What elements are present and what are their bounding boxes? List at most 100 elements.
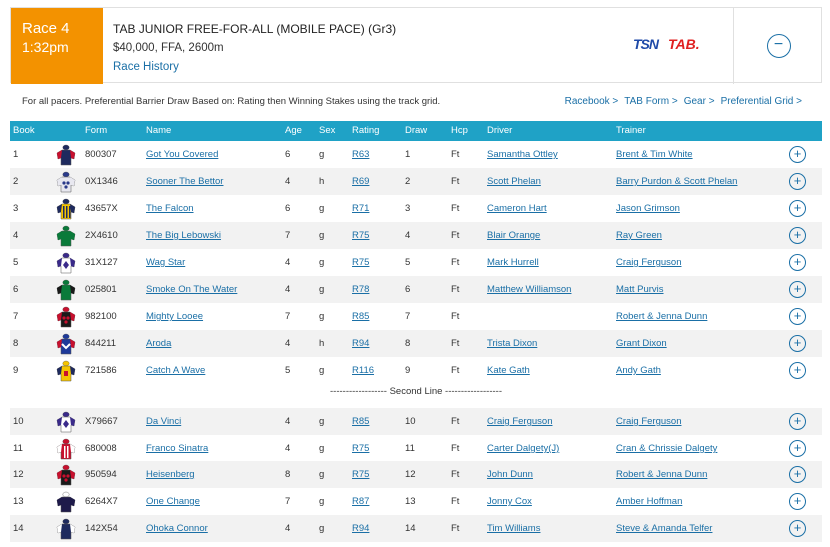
- runner-rating[interactable]: R69: [352, 176, 369, 187]
- tab-form-link[interactable]: TAB Form >: [624, 96, 677, 107]
- add-runner-icon[interactable]: +: [789, 146, 806, 163]
- runner-driver[interactable]: John Dunn: [487, 469, 533, 480]
- runner-trainer[interactable]: Robert & Jenna Dunn: [616, 311, 707, 322]
- add-runner-icon[interactable]: +: [789, 200, 806, 217]
- runner-rating[interactable]: R87: [352, 496, 369, 507]
- runner-rating[interactable]: R85: [352, 416, 369, 427]
- table-row: 13 6264X7 One Change 7 g R87 13 Ft Jonny Cox Ambe…: [10, 488, 822, 515]
- runner-rating[interactable]: R85: [352, 311, 369, 322]
- add-runner-icon[interactable]: +: [789, 254, 806, 271]
- runner-driver[interactable]: Mark Hurrell: [487, 257, 539, 268]
- runner-trainer[interactable]: Brent & Tim White: [616, 149, 693, 160]
- col-book: Book: [13, 125, 35, 136]
- runner-sex: g: [319, 443, 325, 454]
- runner-driver[interactable]: Kate Gath: [487, 365, 530, 376]
- runner-rating[interactable]: R71: [352, 203, 369, 214]
- add-runner-icon[interactable]: +: [789, 440, 806, 457]
- runner-driver[interactable]: Scott Phelan: [487, 176, 541, 187]
- race-details: $40,000, FFA, 2600m: [113, 42, 224, 54]
- runner-rating[interactable]: R63: [352, 149, 369, 160]
- table-row: 11 680008 Franco Sinatra 4 g R75 11 Ft Carter Da…: [10, 435, 822, 462]
- runner-name[interactable]: One Change: [146, 496, 200, 507]
- runner-name[interactable]: Smoke On The Water: [146, 284, 237, 295]
- runner-trainer[interactable]: Matt Purvis: [616, 284, 664, 295]
- runner-trainer[interactable]: Steve & Amanda Telfer: [616, 523, 712, 534]
- table-row: 5 31X127 Wag Star 4 g R75 5 Ft Mark Hurrell Craig…: [10, 249, 822, 276]
- add-runner-icon[interactable]: +: [789, 335, 806, 352]
- runner-trainer[interactable]: Ray Green: [616, 230, 662, 241]
- runner-trainer[interactable]: Cran & Chrissie Dalgety: [616, 443, 717, 454]
- tab-logo: TAB.: [668, 36, 700, 52]
- runner-rating[interactable]: R75: [352, 257, 369, 268]
- add-runner-icon[interactable]: +: [789, 520, 806, 537]
- race-conditions: For all pacers. Preferential Barrier Dra…: [22, 96, 441, 107]
- runner-driver[interactable]: Trista Dixon: [487, 338, 537, 349]
- runner-rating[interactable]: R94: [352, 523, 369, 534]
- runner-form: 721586: [85, 365, 117, 376]
- runner-name[interactable]: Mighty Looee: [146, 311, 203, 322]
- runner-trainer[interactable]: Jason Grimson: [616, 203, 680, 214]
- runner-driver[interactable]: Blair Orange: [487, 230, 540, 241]
- collapse-icon[interactable]: −: [766, 34, 791, 58]
- runner-trainer[interactable]: Andy Gath: [616, 365, 661, 376]
- runner-driver[interactable]: Craig Ferguson: [487, 416, 552, 427]
- add-runner-icon[interactable]: +: [789, 308, 806, 325]
- runner-book-number: 5: [13, 257, 19, 268]
- race-number: Race 4: [22, 20, 70, 37]
- racebook-link[interactable]: Racebook >: [565, 96, 619, 107]
- add-runner-icon[interactable]: +: [789, 173, 806, 190]
- add-runner-icon[interactable]: +: [789, 362, 806, 379]
- runner-book-number: 4: [13, 230, 19, 241]
- runner-book-number: 2: [13, 176, 19, 187]
- runner-name[interactable]: Ohoka Connor: [146, 523, 208, 534]
- runner-trainer[interactable]: Robert & Jenna Dunn: [616, 469, 707, 480]
- table-row: 10 X79667 Da Vinci 4 g R85 10 Ft Craig Ferguson C…: [10, 408, 822, 435]
- runner-driver[interactable]: Tim Williams: [487, 523, 540, 534]
- runner-name[interactable]: The Falcon: [146, 203, 194, 214]
- gear-link[interactable]: Gear >: [684, 96, 715, 107]
- runner-driver[interactable]: Samantha Ottley: [487, 149, 558, 160]
- runner-handicap: Ft: [451, 149, 460, 160]
- race-history-link[interactable]: Race History: [113, 59, 179, 75]
- runner-driver[interactable]: Cameron Hart: [487, 203, 547, 214]
- add-runner-icon[interactable]: +: [789, 227, 806, 244]
- runner-name[interactable]: Heisenberg: [146, 469, 195, 480]
- runner-name[interactable]: Got You Covered: [146, 149, 218, 160]
- preferential-grid-link[interactable]: Preferential Grid >: [721, 96, 802, 107]
- runner-name[interactable]: Sooner The Bettor: [146, 176, 223, 187]
- runner-handicap: Ft: [451, 416, 460, 427]
- add-runner-icon[interactable]: +: [789, 493, 806, 510]
- race-notes: For all pacers. Preferential Barrier Dra…: [10, 88, 822, 118]
- jockey-silk-icon: [55, 464, 77, 486]
- runner-rating[interactable]: R75: [352, 469, 369, 480]
- col-rating: Rating: [352, 125, 380, 136]
- runner-draw: 6: [405, 284, 411, 295]
- runner-rating[interactable]: R116: [352, 365, 374, 376]
- runner-name[interactable]: Da Vinci: [146, 416, 181, 427]
- add-runner-icon[interactable]: +: [789, 413, 806, 430]
- add-runner-icon[interactable]: +: [789, 466, 806, 483]
- runner-driver[interactable]: Jonny Cox: [487, 496, 532, 507]
- runner-name[interactable]: Wag Star: [146, 257, 185, 268]
- runner-rating[interactable]: R78: [352, 284, 369, 295]
- runner-rating[interactable]: R75: [352, 443, 369, 454]
- runner-trainer[interactable]: Grant Dixon: [616, 338, 667, 349]
- runner-driver[interactable]: Matthew Williamson: [487, 284, 571, 295]
- runner-rating[interactable]: R94: [352, 338, 369, 349]
- field-table-header: Book Form Name Age Sex Rating Draw Hcp D…: [10, 121, 822, 141]
- runner-trainer[interactable]: Amber Hoffman: [616, 496, 682, 507]
- runner-name[interactable]: The Big Lebowski: [146, 230, 221, 241]
- runner-name[interactable]: Catch A Wave: [146, 365, 205, 376]
- runner-trainer[interactable]: Craig Ferguson: [616, 257, 681, 268]
- runner-age: 4: [285, 523, 291, 534]
- add-runner-icon[interactable]: +: [789, 281, 806, 298]
- runner-name[interactable]: Franco Sinatra: [146, 443, 208, 454]
- runner-trainer[interactable]: Barry Purdon & Scott Phelan: [616, 176, 737, 187]
- table-row: 1 800307 Got You Covered 6 g R63 1 Ft Samantha O…: [10, 141, 822, 168]
- runner-name[interactable]: Aroda: [146, 338, 171, 349]
- runner-rating[interactable]: R75: [352, 230, 369, 241]
- runner-form: 950594: [85, 469, 117, 480]
- runner-trainer[interactable]: Craig Ferguson: [616, 416, 681, 427]
- runner-handicap: Ft: [451, 338, 460, 349]
- runner-driver[interactable]: Carter Dalgety(J): [487, 443, 559, 454]
